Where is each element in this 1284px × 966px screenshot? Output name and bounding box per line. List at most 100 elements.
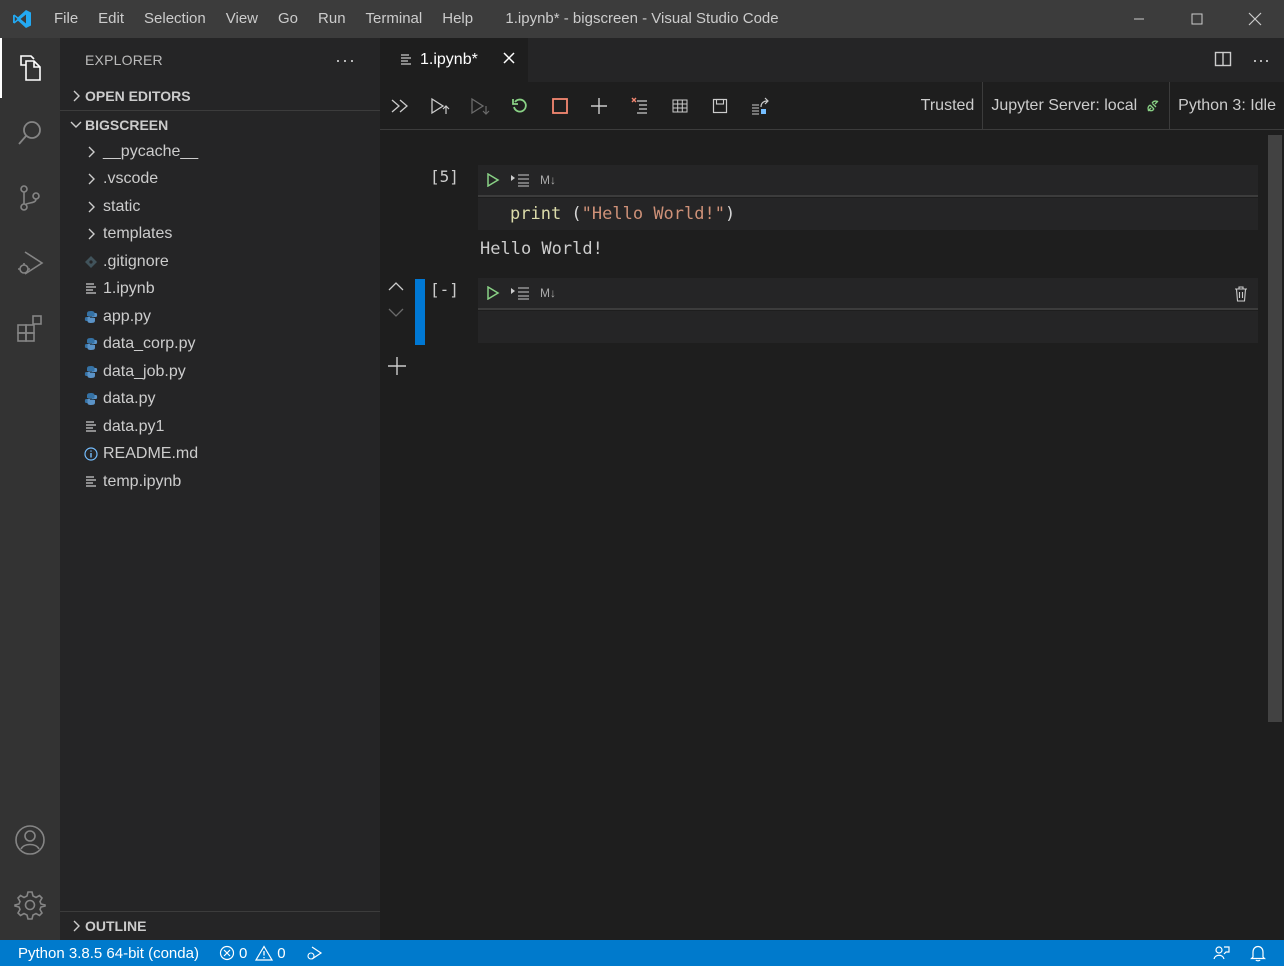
tree-item-gitignore[interactable]: .gitignore (60, 248, 380, 276)
tree-item-vscode[interactable]: .vscode (60, 166, 380, 194)
clear-outputs-icon[interactable] (628, 94, 652, 118)
menu-help[interactable]: Help (432, 0, 483, 38)
tree-item-templates[interactable]: templates (60, 221, 380, 249)
code-editor[interactable]: print ("Hello World!") (478, 198, 1258, 230)
open-editors-section[interactable]: OPEN EDITORS (60, 82, 380, 110)
cell-output: Hello World! (480, 239, 603, 259)
manage-gear-icon[interactable] (0, 875, 60, 935)
execution-count: [5] (430, 167, 459, 186)
tree-item-1-ipynb[interactable]: 1.ipynb (60, 276, 380, 304)
delete-cell-icon[interactable] (1234, 286, 1248, 305)
error-icon (219, 945, 235, 961)
run-below-icon[interactable] (468, 94, 492, 118)
problems-status[interactable]: 0 0 (209, 940, 296, 966)
export-icon[interactable] (748, 94, 772, 118)
tree-item-app-py[interactable]: app.py (60, 303, 380, 331)
close-tab-icon[interactable] (502, 51, 516, 70)
restart-kernel-icon[interactable] (508, 94, 532, 118)
run-debug-icon[interactable] (0, 233, 60, 293)
save-icon[interactable] (708, 94, 732, 118)
add-cell-icon[interactable] (587, 94, 611, 118)
tree-item-data-job-py[interactable]: data_job.py (60, 358, 380, 386)
file-lines-icon (80, 475, 102, 489)
code-editor-empty[interactable] (478, 311, 1258, 343)
move-cell-up-icon[interactable] (387, 281, 405, 296)
cell-selection-indicator (415, 279, 425, 345)
tree-item-label: .vscode (103, 170, 159, 188)
run-cell-icon[interactable] (486, 173, 500, 187)
run-all-icon[interactable] (388, 94, 412, 118)
open-editors-label: OPEN EDITORS (85, 88, 191, 104)
code-function: print (510, 204, 562, 224)
chevron-right-icon (68, 920, 84, 932)
extensions-icon[interactable] (0, 298, 60, 358)
menu-view[interactable]: View (216, 0, 268, 38)
file-lines-icon (401, 54, 411, 65)
jupyter-server-status[interactable]: Jupyter Server: local (983, 82, 1169, 130)
variables-grid-icon[interactable] (668, 94, 692, 118)
chevron-right-icon (80, 145, 102, 159)
maximize-button[interactable] (1168, 0, 1226, 38)
run-cell-icon[interactable] (486, 286, 500, 300)
trusted-status[interactable]: Trusted (913, 82, 983, 130)
chevron-right-icon (80, 227, 102, 241)
tree-item-temp-ipynb[interactable]: temp.ipynb (60, 468, 380, 496)
feedback-icon[interactable] (1202, 940, 1240, 966)
explorer-title: EXPLORER (85, 52, 163, 68)
tree-item-label: static (103, 197, 141, 215)
menu-terminal[interactable]: Terminal (356, 0, 433, 38)
more-actions-icon[interactable]: ··· (1252, 50, 1270, 71)
notebook-toolbar: Trusted Jupyter Server: local Python 3: … (380, 82, 1284, 130)
run-above-icon[interactable] (428, 94, 452, 118)
markdown-toggle[interactable]: M↓ (540, 173, 556, 187)
tab-1-ipynb[interactable]: 1.ipynb* (380, 38, 528, 82)
chevron-right-icon (80, 200, 102, 214)
project-section[interactable]: BIGSCREEN (60, 110, 380, 138)
source-control-icon[interactable] (0, 168, 60, 228)
run-by-line-icon[interactable] (510, 286, 530, 300)
interrupt-kernel-icon[interactable] (548, 94, 572, 118)
live-share-icon[interactable] (296, 940, 334, 966)
close-window-button[interactable] (1226, 0, 1284, 38)
tree-item-data-py1[interactable]: data.py1 (60, 413, 380, 441)
menu-edit[interactable]: Edit (88, 0, 134, 38)
move-cell-down-icon[interactable] (387, 306, 405, 321)
accounts-icon[interactable] (0, 810, 60, 870)
python-icon (80, 365, 102, 379)
connected-plug-icon (1147, 100, 1159, 112)
activity-bar (0, 38, 60, 940)
python-interpreter[interactable]: Python 3.8.5 64-bit (conda) (0, 940, 209, 966)
menu-selection[interactable]: Selection (134, 0, 216, 38)
menu-file[interactable]: File (44, 0, 88, 38)
explorer-icon[interactable] (0, 38, 60, 98)
file-lines-icon (80, 282, 102, 296)
chevron-right-icon (80, 172, 102, 186)
notifications-bell-icon[interactable] (1240, 940, 1284, 966)
menu-go[interactable]: Go (268, 0, 308, 38)
chevron-down-icon (68, 120, 84, 130)
status-bar: Python 3.8.5 64-bit (conda) 0 0 (0, 940, 1284, 966)
minimize-button[interactable] (1110, 0, 1168, 38)
tree-item-label: temp.ipynb (103, 472, 182, 490)
tree-item-readme[interactable]: README.md (60, 441, 380, 469)
markdown-toggle[interactable]: M↓ (540, 286, 556, 300)
menu-run[interactable]: Run (308, 0, 356, 38)
python-icon (80, 310, 102, 324)
tree-item-label: 1.ipynb (103, 280, 155, 298)
run-by-line-icon[interactable] (510, 173, 530, 187)
tree-item-data-corp-py[interactable]: data_corp.py (60, 331, 380, 359)
more-actions-icon[interactable]: ··· (335, 50, 356, 71)
search-icon[interactable] (0, 103, 60, 163)
tree-item-label: data_corp.py (103, 335, 196, 353)
add-cell-below-icon[interactable] (387, 356, 407, 379)
split-editor-icon[interactable] (1214, 50, 1232, 71)
tree-item-pycache[interactable]: __pycache__ (60, 138, 380, 166)
tree-item-data-py[interactable]: data.py (60, 386, 380, 414)
cell-toolbar: M↓ (478, 278, 1258, 310)
vertical-scrollbar[interactable] (1268, 135, 1282, 722)
kernel-status[interactable]: Python 3: Idle (1170, 82, 1284, 130)
python-icon (80, 392, 102, 406)
outline-section[interactable]: OUTLINE (60, 912, 380, 940)
tree-item-static[interactable]: static (60, 193, 380, 221)
tree-item-label: templates (103, 225, 173, 243)
